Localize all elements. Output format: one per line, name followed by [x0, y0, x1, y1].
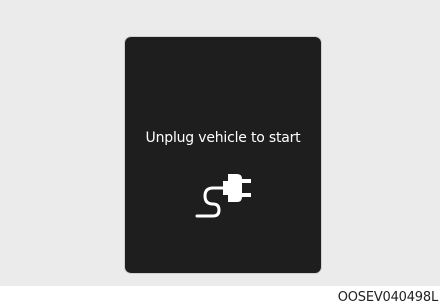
figure-background: Unplug vehicle to start [0, 0, 440, 286]
display-message: Unplug vehicle to start [145, 130, 301, 146]
unplug-connector-icon [195, 174, 251, 218]
figure-code: OOSEV040498L [337, 290, 438, 305]
cluster-display: Unplug vehicle to start [125, 37, 321, 273]
